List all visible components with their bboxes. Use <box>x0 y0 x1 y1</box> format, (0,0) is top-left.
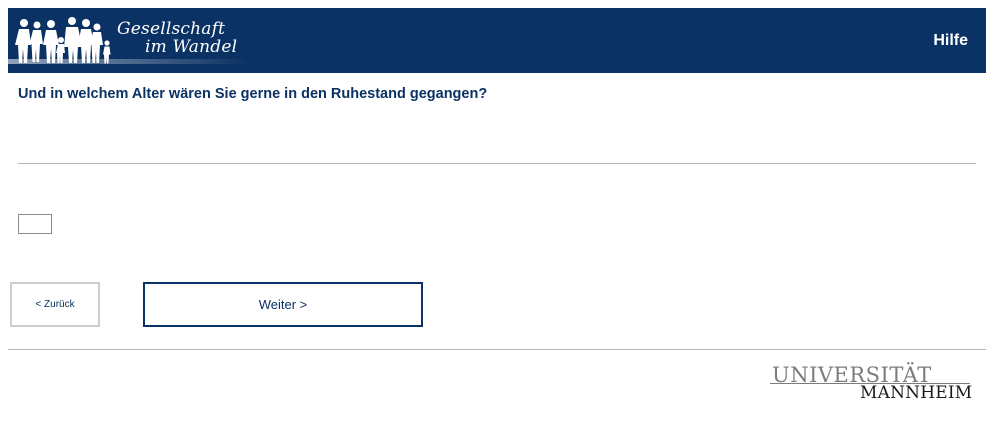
help-link[interactable]: Hilfe <box>933 32 968 50</box>
university-mannheim-logo: UNIVERSITÄT MANNHEIM <box>770 364 975 404</box>
question-text: Und in welchem Alter wären Sie gerne in … <box>18 86 488 102</box>
logo-title-line2: im Wandel <box>145 37 238 57</box>
next-button[interactable]: Weiter > <box>143 282 423 327</box>
gesellschaft-im-wandel-logo: Gesellschaft im Wandel <box>8 8 268 73</box>
university-logo-line2: MANNHEIM <box>860 383 973 403</box>
back-button[interactable]: < Zurück <box>10 282 100 327</box>
logo-title-line1: Gesellschaft <box>117 19 226 39</box>
age-input[interactable] <box>18 214 52 234</box>
question-divider <box>18 163 976 164</box>
footer-divider <box>8 349 986 350</box>
logo-title: Gesellschaft im Wandel <box>117 20 237 56</box>
header-bar: Gesellschaft im Wandel Hilfe <box>8 8 986 73</box>
